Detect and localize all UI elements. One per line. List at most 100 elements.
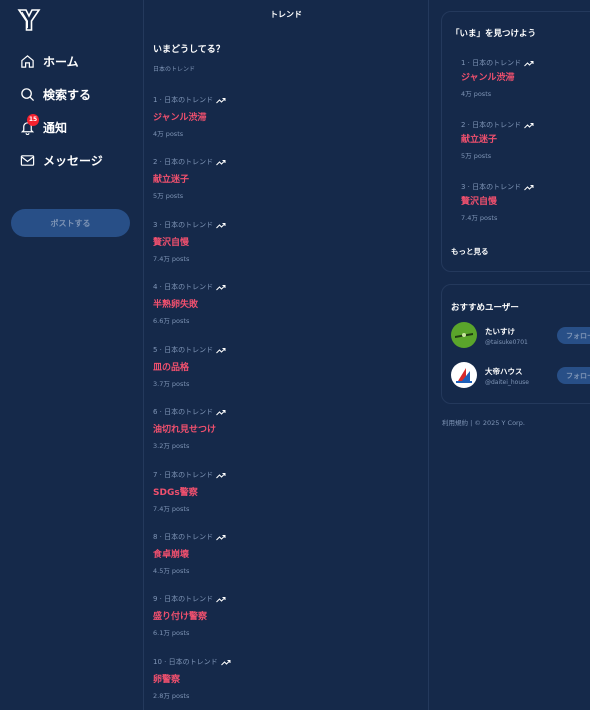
nav-messages[interactable]: メッセージ [20, 149, 103, 171]
show-more-link[interactable]: もっと見る [451, 246, 489, 257]
trend-name: ジャンル渋滞 [153, 113, 207, 123]
trend-item[interactable]: 3 · 日本のトレンド 贅沢自慢 7.4万 posts [153, 220, 413, 263]
post-button[interactable]: ポストする [11, 209, 130, 237]
nav-search[interactable]: 検索する [20, 83, 91, 105]
trend-meta: 2 · 日本のトレンド [153, 157, 413, 167]
right-trend-name: 贅沢自慢 [461, 197, 498, 207]
nav-search-label: 検索する [43, 87, 92, 102]
right-trend-posts: 5万 posts [461, 152, 492, 160]
trend-item[interactable]: 1 · 日本のトレンド ジャンル渋滞 4万 posts [153, 95, 413, 138]
user-handle: @taisuke0701 [485, 339, 528, 346]
trend-meta: 10 · 日本のトレンド [153, 657, 413, 667]
trending-arrow-icon [216, 472, 226, 478]
trend-meta: 8 · 日本のトレンド [153, 532, 413, 542]
follow-card-title: おすすめユーザー [451, 303, 519, 313]
right-trend-posts: 4万 posts [461, 90, 492, 98]
footer-text[interactable]: 利用規約 | © 2025 Y Corp. [442, 417, 525, 427]
user-name: 大帝ハウス [485, 367, 523, 376]
trends-card: 「いま」を見つけよう 1 · 日本のトレンド ジャンル渋滞 4万 posts 2… [441, 11, 590, 272]
trend-posts: 3.2万 posts [153, 442, 190, 450]
trend-item[interactable]: 7 · 日本のトレンド SDGs警察 7.4万 posts [153, 470, 413, 513]
trend-name: 油切れ見せつけ [153, 425, 217, 435]
trend-item[interactable]: 6 · 日本のトレンド 油切れ見せつけ 3.2万 posts [153, 407, 413, 450]
trend-posts: 6.6万 posts [153, 317, 190, 325]
follow-button[interactable]: フォロー [557, 367, 590, 384]
user-name: たいすけ [485, 327, 515, 336]
user-handle: @daitei_house [485, 379, 529, 386]
nav-home-label: ホーム [43, 54, 79, 69]
trending-arrow-icon [216, 534, 226, 540]
trends-card-title: 「いま」を見つけよう [451, 29, 537, 39]
trend-item[interactable]: 2 · 日本のトレンド 献立迷子 5万 posts [153, 157, 413, 200]
mail-icon [20, 154, 35, 166]
follow-card: おすすめユーザー たいすけ @taisuke0701 フォロー [441, 284, 590, 404]
trend-name: 卵警察 [153, 675, 181, 685]
trend-posts: 5万 posts [153, 192, 184, 200]
follow-button[interactable]: フォロー [557, 327, 590, 344]
trend-name: 皿の品格 [153, 363, 190, 373]
home-icon [21, 54, 34, 68]
trend-meta: 1 · 日本のトレンド [153, 95, 413, 105]
trend-posts: 3.7万 posts [153, 380, 190, 388]
section-title: いまどうしてる？ [153, 45, 225, 55]
trending-arrow-icon [216, 222, 226, 228]
trend-item[interactable]: 8 · 日本のトレンド 食卓崩壊 4.5万 posts [153, 532, 413, 575]
avatar[interactable] [451, 322, 477, 348]
trending-arrow-icon [216, 284, 226, 290]
right-trend-item[interactable]: 1 · 日本のトレンド ジャンル渋滞 4万 posts [461, 58, 590, 98]
right-trend-meta: 3 · 日本のトレンド [461, 182, 590, 192]
trend-name: 贅沢自慢 [153, 238, 190, 248]
avatar-image-icon [451, 322, 477, 348]
trend-item[interactable]: 4 · 日本のトレンド 半熟卵失敗 6.6万 posts [153, 282, 413, 325]
right-sidebar: 「いま」を見つけよう 1 · 日本のトレンド ジャンル渋滞 4万 posts 2… [429, 0, 590, 710]
suggested-user[interactable]: 大帝ハウス @daitei_house フォロー [451, 362, 590, 390]
right-trend-item[interactable]: 2 · 日本のトレンド 献立迷子 5万 posts [461, 120, 590, 160]
right-trend-meta: 2 · 日本のトレンド [461, 120, 590, 130]
trend-name: 盛り付け警察 [153, 612, 208, 622]
trending-arrow-icon [216, 409, 226, 415]
trending-arrow-icon [524, 60, 534, 66]
left-sidebar: ホーム 検索する 15 通知 メッセージ ポストする [0, 0, 144, 710]
trend-name: 半熟卵失敗 [153, 300, 199, 310]
trend-item[interactable]: 9 · 日本のトレンド 盛り付け警察 6.1万 posts [153, 594, 413, 637]
trend-posts: 7.4万 posts [153, 505, 190, 513]
trend-item[interactable]: 10 · 日本のトレンド 卵警察 2.8万 posts [153, 657, 413, 700]
nav-notifications[interactable]: 15 通知 [20, 113, 68, 138]
trend-meta: 4 · 日本のトレンド [153, 282, 413, 292]
right-trend-name: 献立迷子 [461, 135, 498, 145]
trend-posts: 4.5万 posts [153, 567, 190, 575]
section-subtitle: 日本のトレンド [153, 66, 196, 73]
suggested-user[interactable]: たいすけ @taisuke0701 フォロー [451, 322, 590, 350]
trends-column: トレンド いまどうしてる？ 日本のトレンド 1 · 日本のトレンド ジャンル渋滞… [144, 0, 429, 710]
nav-notifications-label: 通知 [43, 120, 68, 135]
nav-home[interactable]: ホーム [20, 50, 79, 72]
trending-arrow-icon [216, 347, 226, 353]
trend-meta: 5 · 日本のトレンド [153, 345, 413, 355]
trending-arrow-icon [216, 596, 226, 602]
trend-posts: 4万 posts [153, 130, 184, 138]
trend-name: 食卓崩壊 [153, 550, 190, 560]
right-trend-name: ジャンル渋滞 [461, 73, 515, 83]
right-trend-item[interactable]: 3 · 日本のトレンド 贅沢自慢 7.4万 posts [461, 182, 590, 222]
page-title: トレンド [270, 10, 302, 19]
search-icon [21, 87, 35, 101]
trending-arrow-icon [216, 159, 226, 165]
trending-arrow-icon [220, 659, 231, 665]
trend-posts: 7.4万 posts [153, 255, 190, 263]
trending-arrow-icon [524, 122, 534, 128]
avatar-image-icon [451, 362, 477, 388]
y-logo-icon[interactable] [17, 8, 41, 32]
right-trend-posts: 7.4万 posts [461, 214, 498, 222]
trend-meta: 6 · 日本のトレンド [153, 407, 413, 417]
trend-meta: 9 · 日本のトレンド [153, 594, 413, 604]
trending-arrow-icon [216, 97, 226, 103]
nav-messages-label: メッセージ [43, 153, 103, 168]
trending-arrow-icon [524, 184, 534, 190]
notification-badge: 15 [27, 113, 39, 126]
avatar[interactable] [451, 362, 477, 388]
trend-name: SDGs警察 [153, 488, 198, 498]
trend-item[interactable]: 5 · 日本のトレンド 皿の品格 3.7万 posts [153, 345, 413, 388]
bell-icon-wrap: 15 [20, 113, 39, 135]
trend-meta: 7 · 日本のトレンド [153, 470, 413, 480]
trend-meta: 3 · 日本のトレンド [153, 220, 413, 230]
